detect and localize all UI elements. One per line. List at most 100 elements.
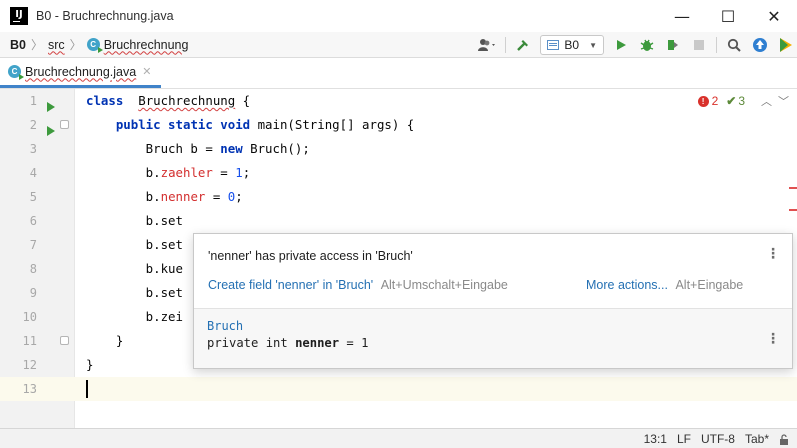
toolbar-divider bbox=[505, 37, 507, 53]
run-icon[interactable] bbox=[610, 34, 632, 56]
code-line[interactable]: 1 class Bruchrechnung { bbox=[0, 89, 797, 113]
java-class-icon: C bbox=[8, 65, 24, 80]
code-token: b.zei bbox=[86, 309, 183, 324]
chevron-down-icon: ▼ bbox=[589, 40, 597, 50]
maximize-button[interactable]: ☐ bbox=[705, 0, 751, 32]
code-token: main(String[] args) { bbox=[250, 117, 415, 132]
create-field-shortcut: Alt+Umschalt+Eingabe bbox=[380, 278, 508, 292]
close-window-button[interactable]: ✕ bbox=[751, 0, 797, 32]
code-token: b. bbox=[86, 189, 161, 204]
breadcrumb: B0 〉 src 〉 C Bruchrechnung bbox=[0, 36, 188, 53]
code-token: b.kue bbox=[86, 261, 183, 276]
code-line[interactable]: 3 Bruch b = new Bruch(); bbox=[0, 137, 797, 161]
run-configuration-select[interactable]: B0 ▼ bbox=[540, 35, 604, 55]
code-token: b. bbox=[86, 165, 161, 180]
line-number: 8 bbox=[29, 262, 37, 276]
code-token: Bruchrechnung bbox=[138, 93, 236, 108]
error-tooltip-popup: 'nenner' has private access in 'Bruch' ⋮… bbox=[193, 233, 793, 369]
lock-icon[interactable] bbox=[779, 434, 789, 445]
line-number: 2 bbox=[29, 118, 37, 132]
close-tab-icon[interactable]: ✕ bbox=[142, 65, 151, 78]
doc-options-icon[interactable]: ⋮ bbox=[766, 331, 780, 347]
doc-class-link[interactable]: Bruch bbox=[207, 319, 243, 333]
status-items: 13:1 LF UTF-8 Tab* bbox=[644, 432, 789, 446]
code-token: } bbox=[86, 357, 94, 372]
stop-icon[interactable] bbox=[688, 34, 710, 56]
fold-marker-icon[interactable] bbox=[60, 336, 69, 345]
minimize-button[interactable]: — bbox=[659, 0, 705, 32]
config-icon bbox=[547, 40, 560, 50]
line-number: 11 bbox=[22, 334, 37, 348]
line-number: 9 bbox=[29, 286, 37, 300]
more-actions-shortcut: Alt+Eingabe bbox=[675, 278, 744, 292]
doc-sig-name: nenner bbox=[295, 336, 340, 350]
create-field-action[interactable]: Create field 'nenner' in 'Bruch' bbox=[208, 278, 373, 292]
file-encoding[interactable]: UTF-8 bbox=[701, 432, 735, 446]
text-caret bbox=[86, 380, 88, 398]
breadcrumb-project[interactable]: B0 bbox=[10, 38, 26, 52]
toolbar-divider bbox=[716, 37, 717, 53]
code-text: Bruch b = new Bruch(); bbox=[86, 137, 310, 161]
title-bar: IJ B0 - Bruchrechnung.java — ☐ ✕ bbox=[0, 0, 797, 32]
main-toolbar: B0 ▼ bbox=[475, 32, 797, 58]
doc-field-signature: private int nenner = 1 bbox=[207, 336, 368, 350]
breadcrumb-separator-icon: 〉 bbox=[69, 38, 82, 52]
fold-marker-icon[interactable] bbox=[60, 120, 69, 129]
doc-sig-modifiers: private int bbox=[207, 336, 296, 350]
window-controls: — ☐ ✕ bbox=[659, 0, 797, 32]
more-options-icon[interactable]: ⋮ bbox=[766, 246, 780, 262]
intellij-logo-icon: IJ bbox=[10, 7, 28, 25]
code-text: b.nenner = 0; bbox=[86, 185, 243, 209]
tab-bruchrechnung-java[interactable]: C Bruchrechnung.java ✕ bbox=[0, 58, 162, 88]
java-class-icon: C bbox=[86, 38, 103, 53]
breadcrumb-class[interactable]: Bruchrechnung bbox=[104, 38, 189, 52]
code-token: class bbox=[86, 93, 124, 108]
navigation-bar: B0 〉 src 〉 C Bruchrechnung B0 ▼ bbox=[0, 32, 797, 58]
line-number: 13 bbox=[22, 382, 37, 396]
line-number: 5 bbox=[29, 190, 37, 204]
code-line[interactable]: 6 b.set bbox=[0, 209, 797, 233]
code-token: b.set bbox=[86, 285, 183, 300]
more-actions-group: More actions... Alt+Eingabe bbox=[586, 278, 743, 292]
code-token: 1 bbox=[235, 165, 243, 180]
run-configuration-label: B0 bbox=[564, 38, 580, 52]
plugin-icon[interactable] bbox=[775, 34, 797, 56]
breadcrumb-src[interactable]: src bbox=[48, 38, 65, 52]
doc-sig-value: = 1 bbox=[339, 336, 369, 350]
coverage-icon[interactable] bbox=[662, 34, 684, 56]
caret-position[interactable]: 13:1 bbox=[644, 432, 667, 446]
code-text: public static void main(String[] args) { bbox=[86, 113, 414, 137]
code-text: b.set bbox=[86, 281, 183, 305]
documentation-panel: Bruch private int nenner = 1 ⋮ bbox=[194, 308, 792, 368]
code-line[interactable]: 5 b.nenner = 0; bbox=[0, 185, 797, 209]
code-text: class Bruchrechnung { bbox=[86, 89, 250, 113]
code-text: b.kue bbox=[86, 257, 183, 281]
code-line[interactable]: 2 public static void main(String[] args)… bbox=[0, 113, 797, 137]
code-line[interactable]: 13 bbox=[0, 377, 797, 401]
code-token: ; bbox=[242, 165, 251, 180]
user-icon[interactable] bbox=[477, 34, 499, 56]
search-icon[interactable] bbox=[723, 34, 745, 56]
line-number: 6 bbox=[29, 214, 37, 228]
hammer-icon[interactable] bbox=[512, 34, 534, 56]
update-icon[interactable] bbox=[749, 34, 771, 56]
code-token: = bbox=[205, 189, 228, 204]
line-separator[interactable]: LF bbox=[677, 432, 691, 446]
code-text: b.zaehler = 1; bbox=[86, 161, 250, 185]
code-text: b.set bbox=[86, 233, 183, 257]
app-badge-text: IJ bbox=[15, 8, 23, 20]
line-number: 7 bbox=[29, 238, 37, 252]
line-number: 12 bbox=[22, 358, 37, 372]
window-title: B0 - Bruchrechnung.java bbox=[36, 9, 174, 23]
code-line[interactable]: 4 b.zaehler = 1; bbox=[0, 161, 797, 185]
code-token: } bbox=[86, 333, 124, 348]
quick-fix-actions: Create field 'nenner' in 'Bruch' Alt+Ums… bbox=[208, 278, 778, 292]
line-number: 3 bbox=[29, 142, 37, 156]
indent-setting[interactable]: Tab* bbox=[745, 432, 769, 446]
debug-icon[interactable] bbox=[636, 34, 658, 56]
code-text: } bbox=[86, 329, 123, 353]
more-actions-link[interactable]: More actions... bbox=[586, 278, 668, 292]
line-number: 10 bbox=[22, 310, 37, 324]
